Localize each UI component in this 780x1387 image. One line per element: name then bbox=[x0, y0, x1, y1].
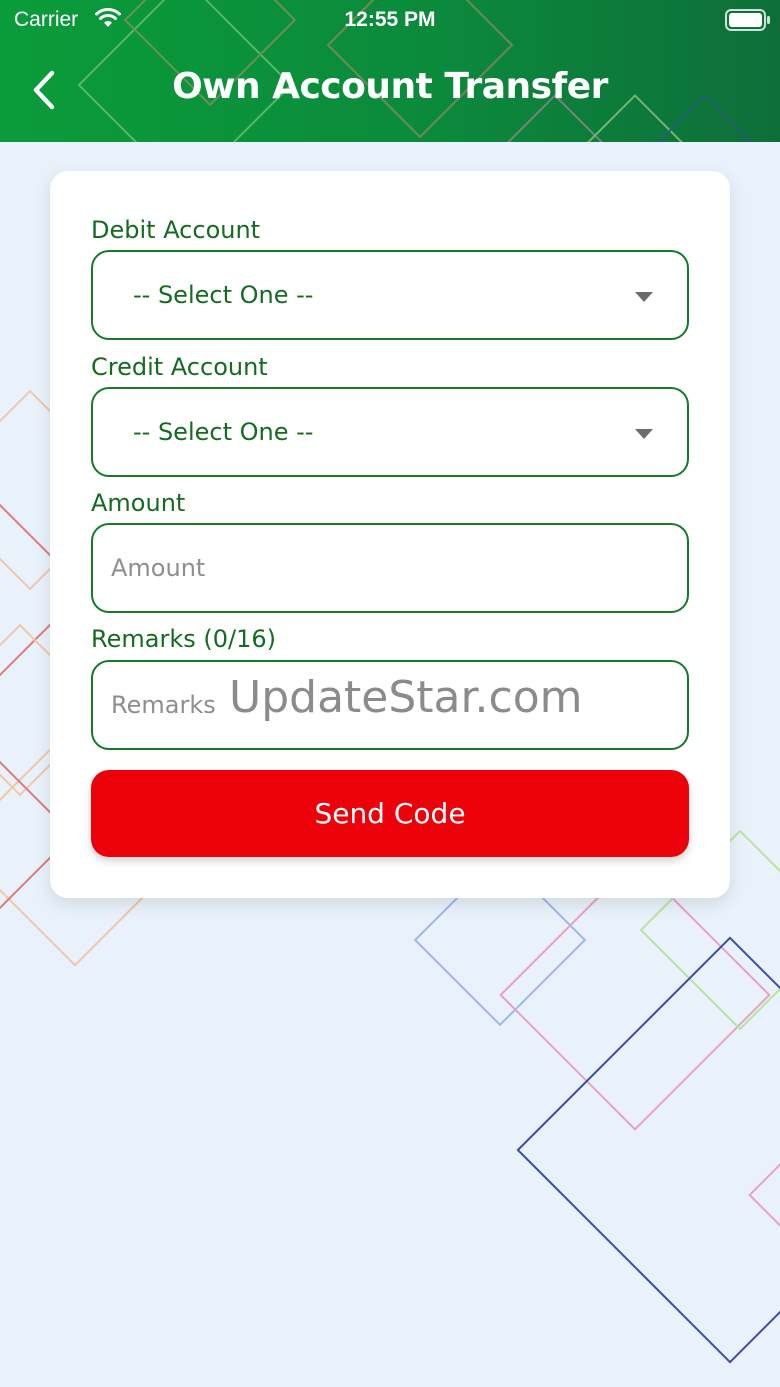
credit-account-select[interactable]: -- Select One -- bbox=[91, 387, 689, 477]
credit-account-label: Credit Account bbox=[91, 353, 268, 381]
battery-icon bbox=[725, 9, 770, 31]
dropdown-caret-icon bbox=[635, 292, 653, 302]
debit-account-select[interactable]: -- Select One -- bbox=[91, 250, 689, 340]
amount-label: Amount bbox=[91, 489, 186, 517]
credit-account-value: -- Select One -- bbox=[133, 418, 314, 446]
app-header: Carrier 12:55 PM Own Account Transfer bbox=[0, 0, 780, 142]
status-bar: Carrier 12:55 PM bbox=[0, 0, 780, 40]
amount-field bbox=[91, 523, 689, 613]
remarks-field: UpdateStar.com bbox=[91, 660, 689, 750]
amount-input[interactable] bbox=[111, 554, 671, 582]
dropdown-caret-icon bbox=[635, 429, 653, 439]
status-time: 12:55 PM bbox=[344, 8, 436, 31]
page-title: Own Account Transfer bbox=[172, 66, 608, 107]
send-code-button[interactable]: Send Code bbox=[91, 770, 689, 857]
remarks-input[interactable] bbox=[111, 691, 671, 719]
remarks-label: Remarks (0/16) bbox=[91, 625, 276, 653]
debit-account-label: Debit Account bbox=[91, 216, 261, 244]
transfer-form-card: Debit Account -- Select One -- Credit Ac… bbox=[50, 171, 730, 898]
debit-account-value: -- Select One -- bbox=[133, 281, 314, 309]
